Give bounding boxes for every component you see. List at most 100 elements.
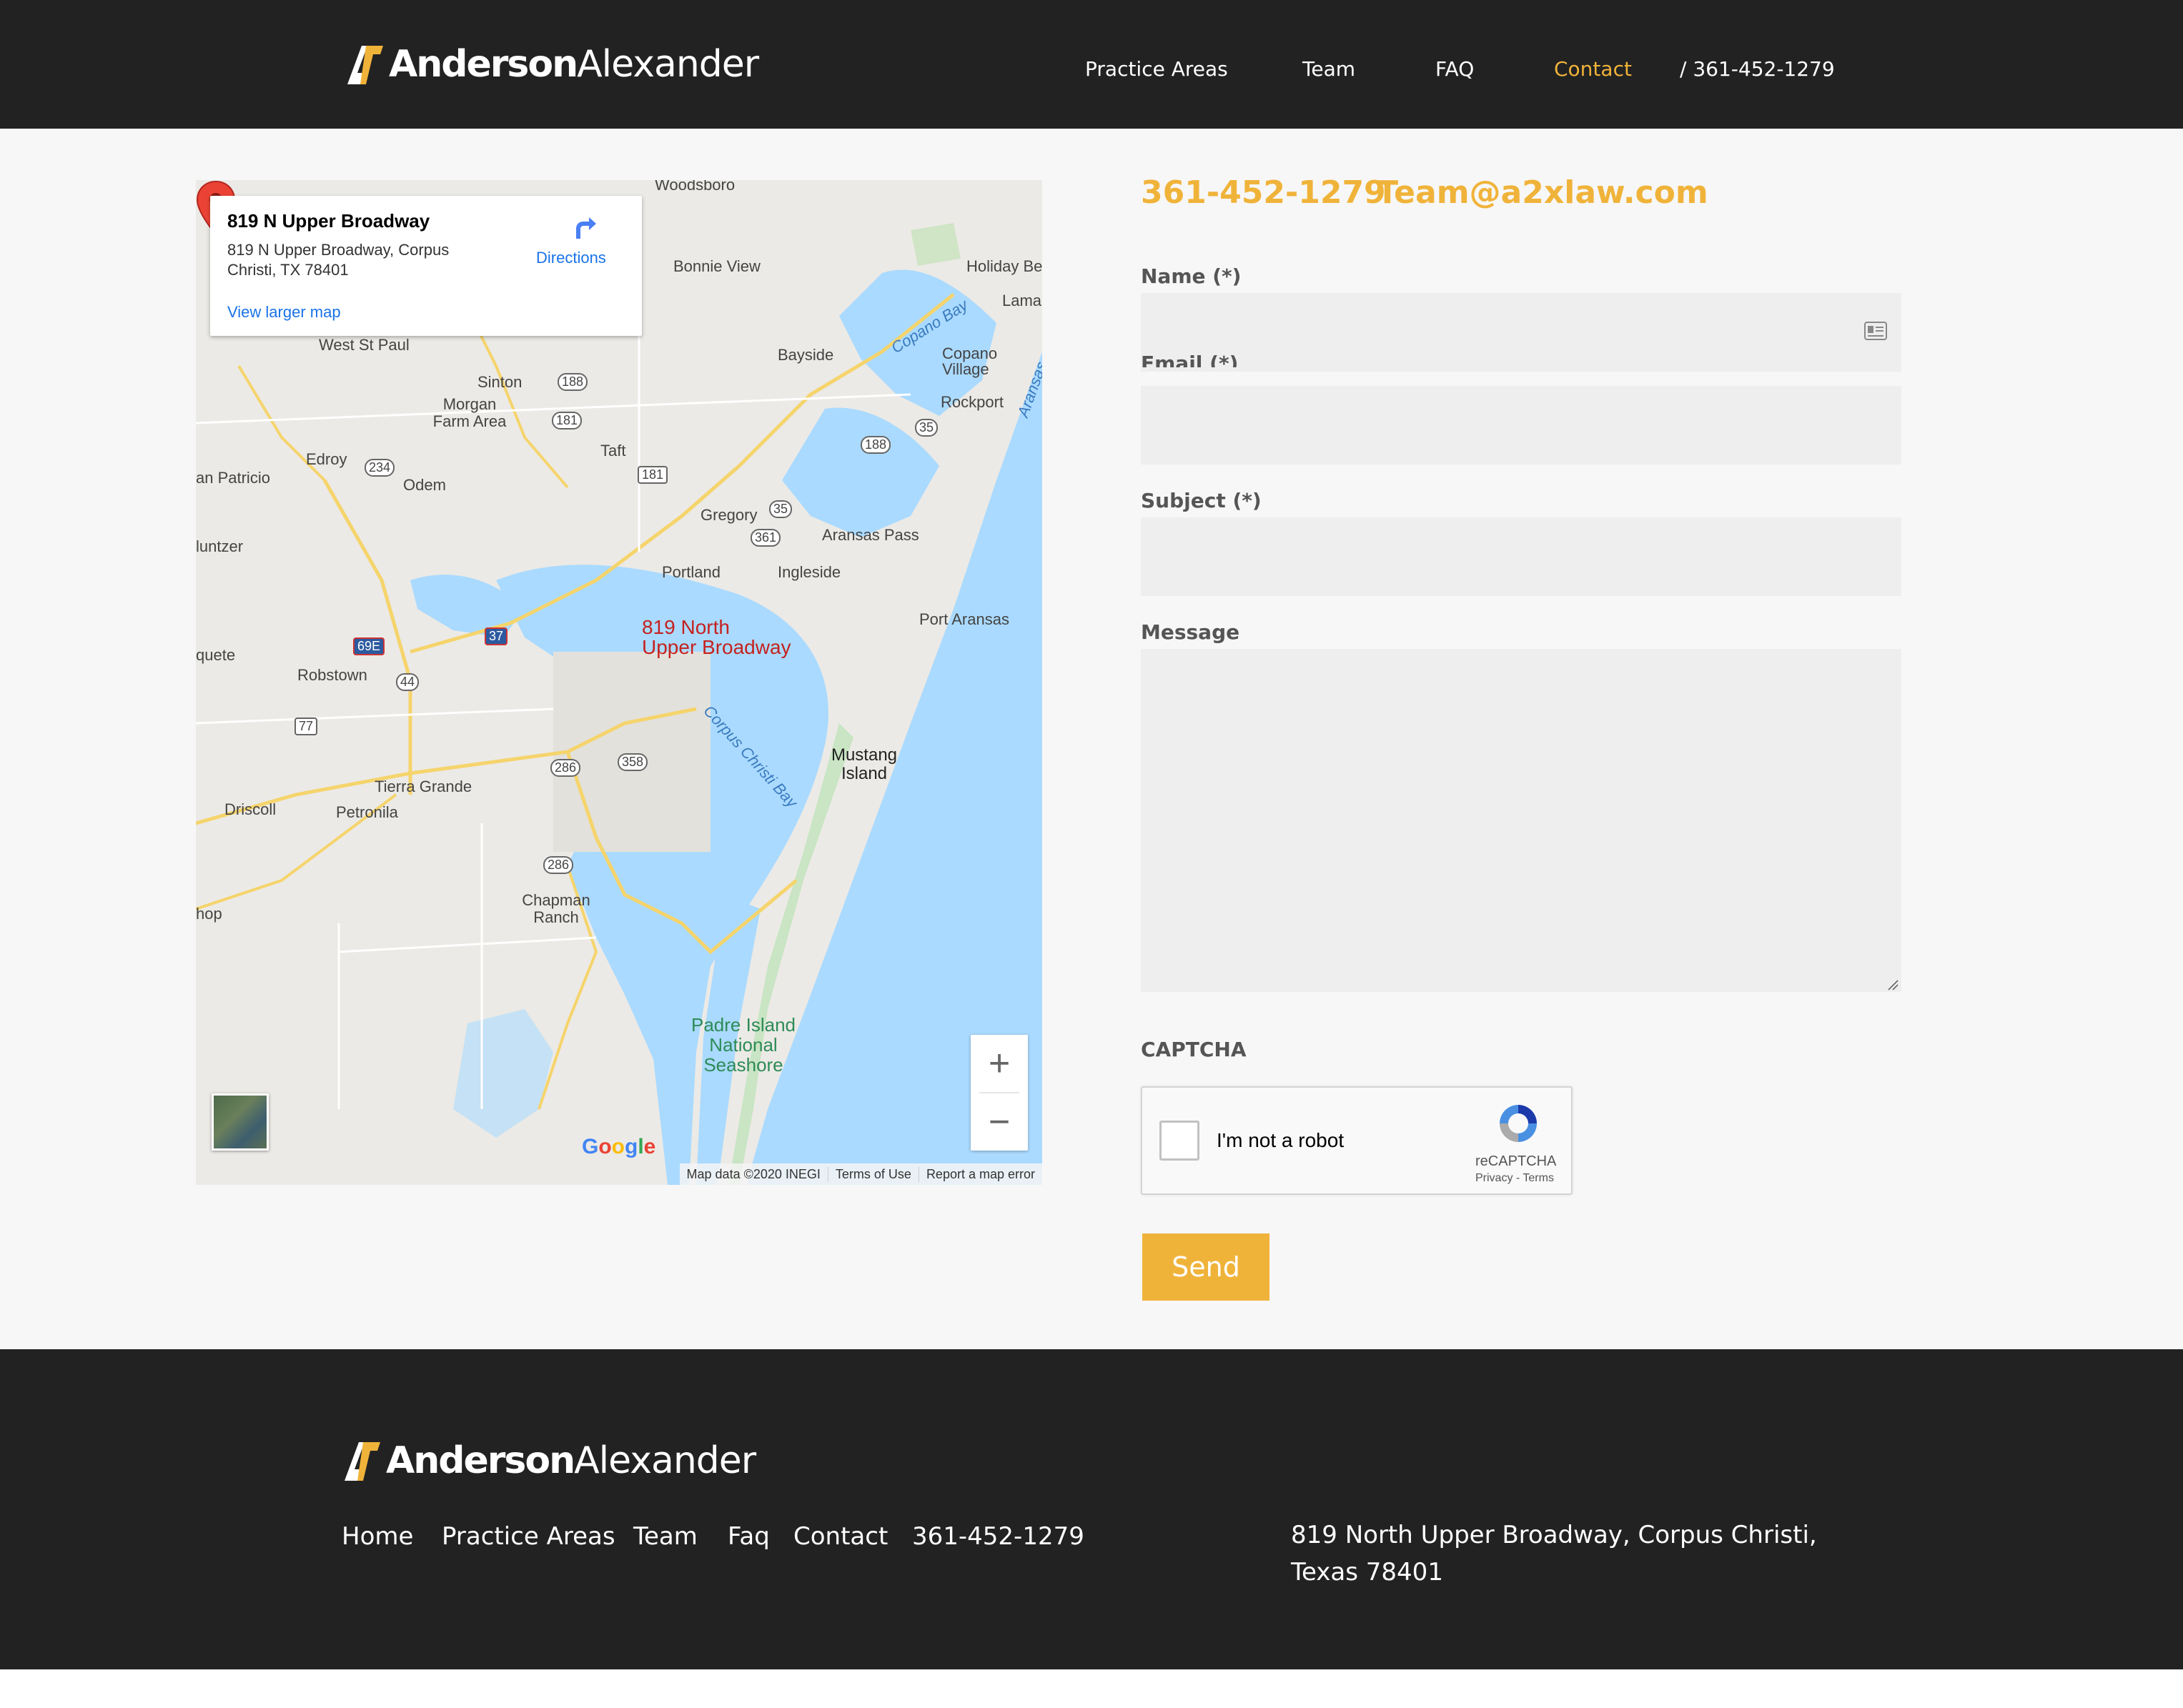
map-label-woodsboro: Woodsboro (655, 180, 736, 194)
map-label-chapman-ranch: Chapman Ranch (522, 891, 590, 926)
footer-logo-text-bold: Anderson (386, 1439, 575, 1482)
map-label-sinton: Sinton (477, 373, 523, 391)
map-label-driscoll: Driscoll (224, 800, 277, 818)
map-attribution: Map data ©2020 INEGI Terms of Use Report… (679, 1163, 1042, 1185)
map-label-holiday-beach: Holiday Be (966, 257, 1042, 275)
shield-35b: 35 (769, 500, 793, 518)
shield-77: 77 (294, 718, 318, 735)
shield-361: 361 (751, 529, 781, 547)
map-label-rockport: Rockport (941, 393, 1004, 411)
site-header: Anderson Alexander Practice Areas Team F… (0, 0, 2183, 129)
logo-text-light: Alexander (577, 43, 759, 86)
contact-card-icon (1864, 322, 1887, 340)
logo-mark-icon (347, 46, 383, 84)
shield-181: 181 (552, 412, 583, 430)
report-map-error-link[interactable]: Report a map error (918, 1166, 1042, 1182)
name-label: Name (*) (1141, 264, 1242, 288)
recaptcha-brand: reCAPTCHA (1475, 1153, 1557, 1169)
recaptcha-logo-icon (1500, 1105, 1537, 1142)
map-label-odem: Odem (403, 476, 446, 494)
map-label-west-st-paul: West St Paul (319, 336, 410, 354)
map-label-copano-village: Copano Village (942, 344, 998, 378)
email-field[interactable] (1141, 386, 1901, 465)
place-address: 819 N Upper Broadway, Corpus Christi, TX… (227, 241, 450, 279)
map-label-san-patricio: an Patricio (196, 469, 270, 487)
captcha-label: CAPTCHA (1141, 1038, 1247, 1061)
terms-of-use-link[interactable]: Terms of Use (827, 1166, 919, 1182)
footer-link-phone[interactable]: 361-452-1279 (912, 1522, 1084, 1551)
name-field[interactable] (1141, 293, 1901, 372)
google-map[interactable]: Woodsboro Bonnie View Holiday Be Lama Co… (196, 180, 1042, 1185)
pin-label-line1: 819 North (642, 616, 730, 638)
captcha-text: I'm not a robot (1217, 1129, 1345, 1151)
nav-phone[interactable]: / 361-452-1279 (1680, 57, 1835, 81)
nav-contact[interactable]: Contact (1554, 57, 1632, 81)
shield-286b: 286 (543, 856, 574, 874)
footer-logo[interactable]: Anderson Alexander (342, 1439, 756, 1482)
send-button[interactable]: Send (1142, 1233, 1269, 1301)
main-content: Woodsboro Bonnie View Holiday Be Lama Co… (0, 129, 2183, 1349)
subject-field[interactable] (1141, 517, 1901, 596)
map-label-taft: Taft (600, 442, 626, 460)
contact-email[interactable]: Team@a2xlaw.com (1377, 174, 1708, 211)
footer-logo-mark-icon (345, 1442, 380, 1481)
contact-phone[interactable]: 361-452-1279 (1141, 174, 1386, 211)
map-label-port-aransas: Port Aransas (919, 610, 1009, 628)
map-label-bonnie-view: Bonnie View (673, 257, 761, 275)
shield-234: 234 (365, 459, 395, 477)
site-logo[interactable]: Anderson Alexander (345, 43, 759, 86)
resize-grip-icon[interactable] (1887, 979, 1899, 990)
map-label-padre-island: Padre Island National Seashore (691, 1014, 796, 1076)
zoom-controls: + − (971, 1035, 1028, 1151)
site-footer: Anderson Alexander Home Practice Areas T… (0, 1349, 2183, 1669)
map-info-card: 819 N Upper Broadway 819 N Upper Broadwa… (210, 196, 642, 336)
footer-link-home[interactable]: Home (342, 1522, 413, 1551)
message-field[interactable] (1141, 649, 1901, 992)
directions-link[interactable]: Directions (536, 249, 606, 267)
map-label-mustang-island: Mustang Island (831, 745, 898, 783)
map-label-aransas-pass: Aransas Pass (822, 526, 919, 544)
nav-team[interactable]: Team (1302, 57, 1355, 81)
email-label: Email (*) (1141, 352, 1239, 367)
zoom-in-button[interactable]: + (971, 1035, 1028, 1092)
footer-link-team[interactable]: Team (633, 1522, 698, 1551)
shield-69e: 69E (353, 637, 385, 655)
footer-link-faq[interactable]: Faq (728, 1522, 770, 1551)
shield-35: 35 (915, 419, 939, 437)
map-label-ingleside: Ingleside (778, 563, 841, 581)
place-name: 819 N Upper Broadway (227, 210, 430, 232)
recaptcha-links[interactable]: Privacy - Terms (1475, 1172, 1554, 1185)
footer-address: 819 North Upper Broadway, Corpus Christi… (1291, 1521, 1817, 1587)
shield-358: 358 (618, 753, 648, 771)
map-label-tierra-grande: Tierra Grande (375, 778, 472, 795)
shield-188b: 188 (861, 436, 891, 454)
map-label-hop: hop (196, 905, 222, 923)
footer-link-practice-areas[interactable]: Practice Areas (442, 1522, 615, 1551)
directions-icon[interactable] (570, 213, 599, 242)
shield-44: 44 (396, 673, 420, 691)
satellite-toggle[interactable] (212, 1093, 269, 1151)
google-logo: Google (582, 1135, 656, 1158)
map-label-quete: quete (196, 646, 236, 664)
nav-faq[interactable]: FAQ (1435, 57, 1474, 81)
recaptcha-widget: I'm not a robot reCAPTCHA Privacy - Term… (1141, 1086, 1573, 1195)
map-data-credit: Map data ©2020 INEGI (686, 1166, 821, 1181)
map-label-robstown: Robstown (297, 666, 367, 684)
map-label-petronila: Petronila (336, 803, 398, 821)
subject-label: Subject (*) (1141, 489, 1262, 512)
footer-link-contact[interactable]: Contact (793, 1522, 888, 1551)
pin-label: 819 North Upper Broadway (642, 617, 791, 657)
view-larger-map-link[interactable]: View larger map (227, 303, 341, 322)
bottom-strip (0, 1669, 2183, 1708)
page: Anderson Alexander Practice Areas Team F… (0, 0, 2183, 1708)
logo-text-bold: Anderson (389, 43, 578, 86)
map-label-morgan-farm-area: Morgan Farm Area (432, 395, 507, 430)
map-label-edroy: Edroy (306, 450, 347, 468)
shield-188: 188 (558, 373, 588, 391)
nav-practice-areas[interactable]: Practice Areas (1085, 57, 1228, 81)
zoom-out-button[interactable]: − (971, 1093, 1028, 1151)
shield-37: 37 (485, 627, 508, 645)
captcha-checkbox[interactable] (1159, 1121, 1199, 1161)
pin-label-line2: Upper Broadway (642, 636, 791, 658)
map-label-gregory: Gregory (701, 506, 758, 524)
